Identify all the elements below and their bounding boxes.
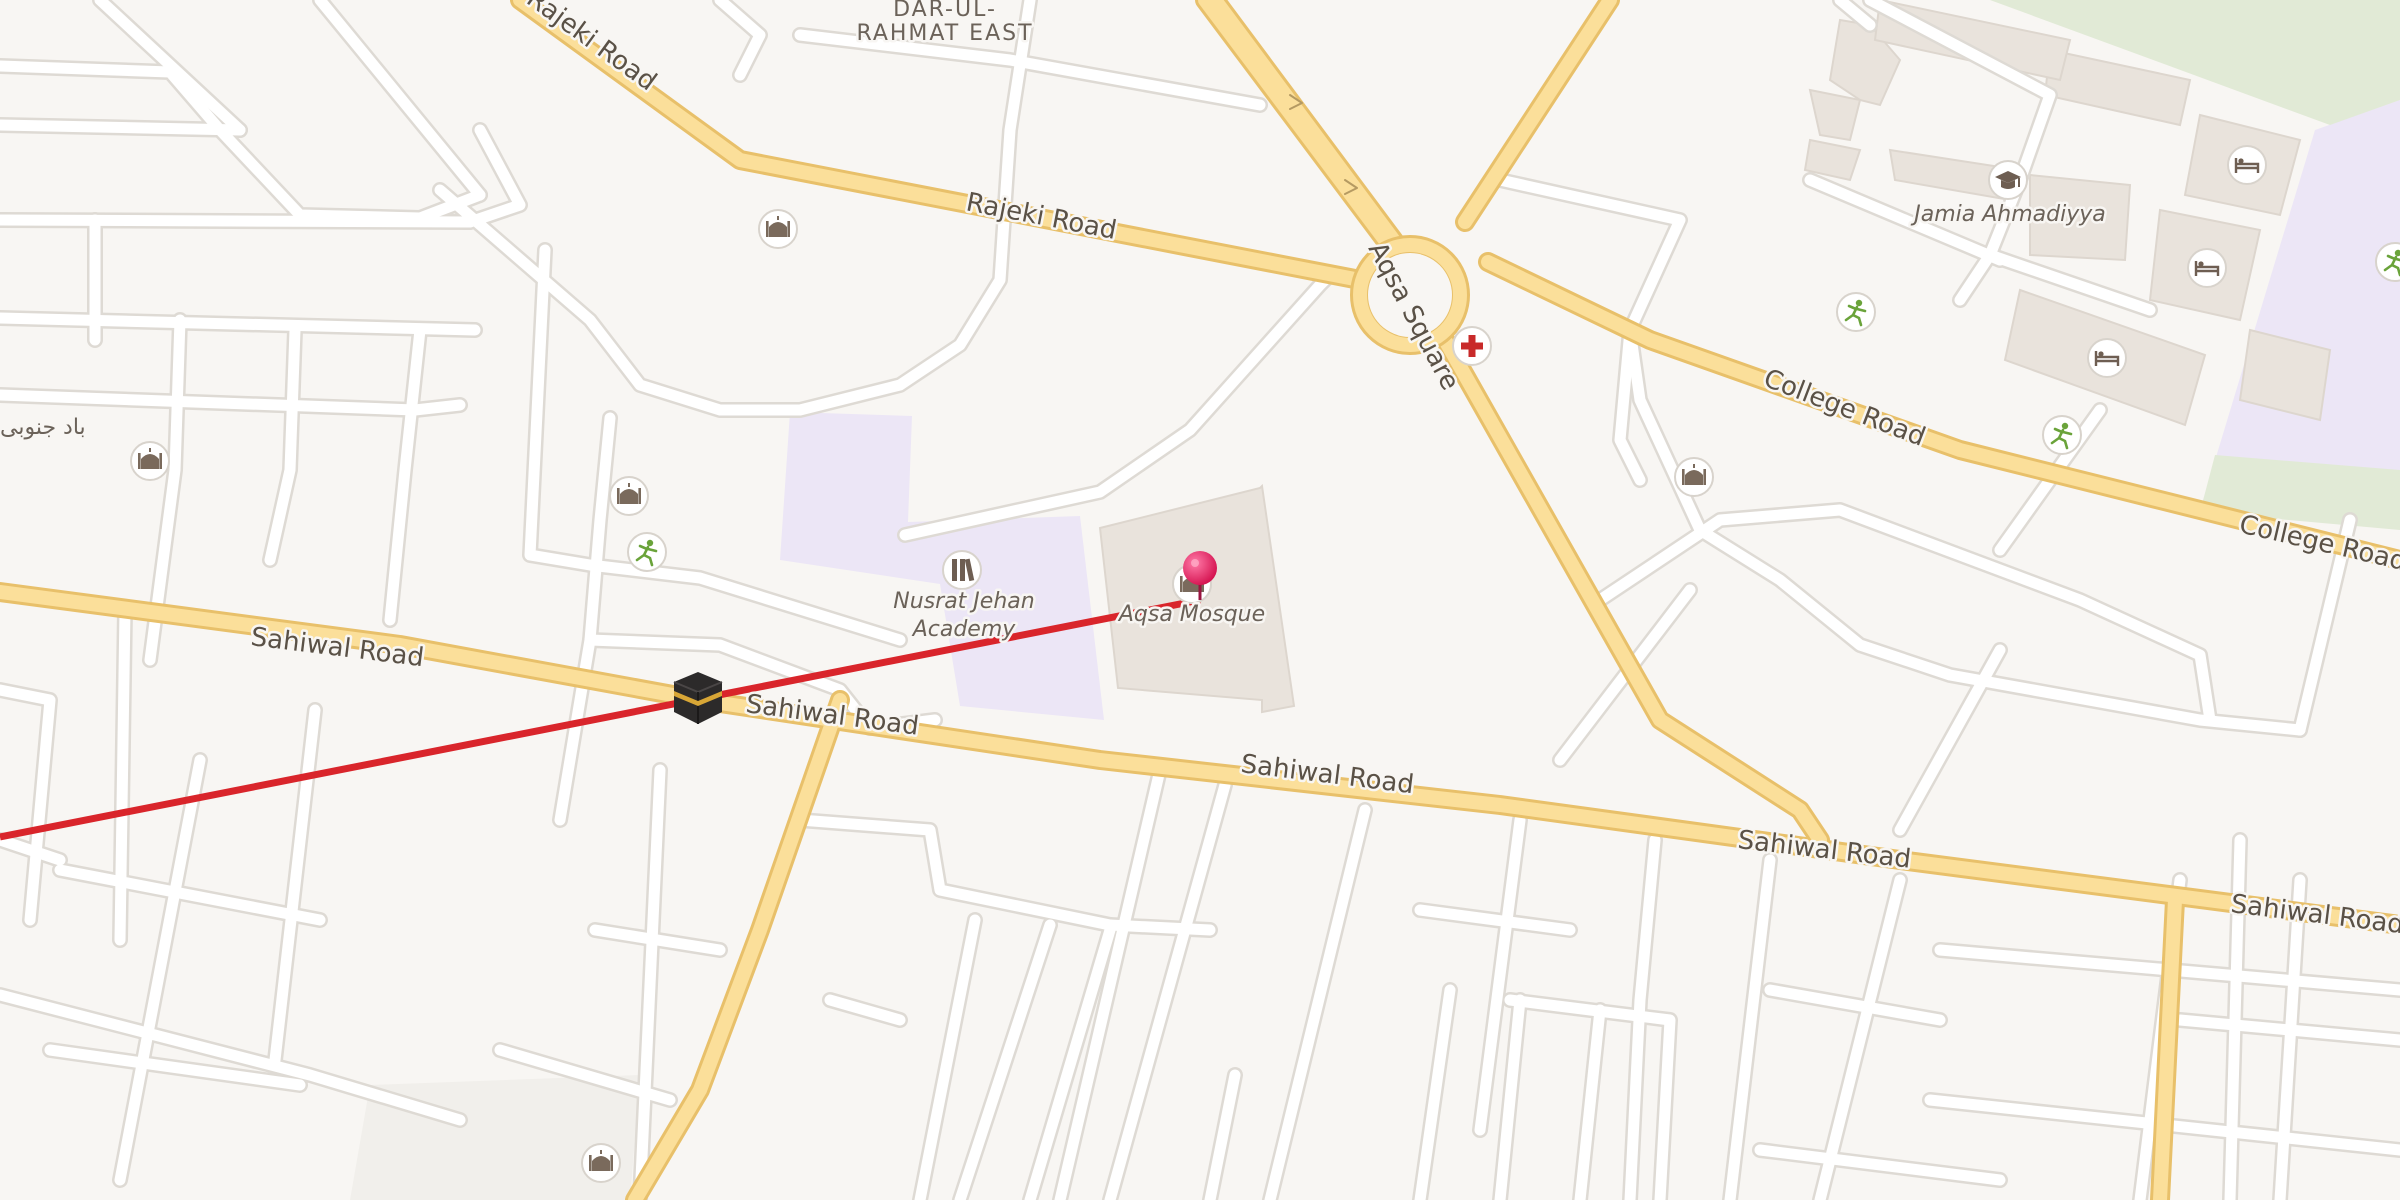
map-canvas[interactable]: Sahiwal Road Sahiwal Road Sahiwal Road S… bbox=[0, 0, 2400, 1200]
mosque-icon[interactable] bbox=[1674, 457, 1714, 497]
sports-icon[interactable] bbox=[2041, 414, 2083, 456]
place-label-urdu: باد جنوبی bbox=[0, 415, 86, 440]
poi-label-nusrat-jehan-academy: Nusrat Jehan bbox=[893, 589, 1034, 614]
mosque-icon[interactable] bbox=[130, 441, 170, 481]
kaaba-icon[interactable] bbox=[673, 672, 723, 724]
sports-icon[interactable] bbox=[1835, 291, 1877, 333]
poi-label-nusrat-jehan-academy: Academy bbox=[911, 617, 1017, 642]
hotel-icon[interactable] bbox=[2226, 144, 2268, 186]
road-label-rajeki: Rajeki Road bbox=[964, 187, 1119, 246]
mosque-icon[interactable] bbox=[609, 476, 649, 516]
place-label-dar-ul-rahmat: DAR-UL- bbox=[893, 0, 997, 22]
hotel-icon[interactable] bbox=[2186, 247, 2228, 289]
road-label-rajeki: Rajeki Road bbox=[521, 0, 662, 97]
mosque-icon[interactable] bbox=[758, 209, 798, 249]
hospital-icon[interactable] bbox=[1452, 326, 1492, 366]
school-icon[interactable] bbox=[942, 550, 982, 590]
poi-label-jamia-ahmadiyya: Jamia Ahmadiyya bbox=[1910, 202, 2106, 227]
graduation-icon[interactable] bbox=[1988, 160, 2028, 200]
poi-label-aqsa-mosque: Aqsa Mosque bbox=[1117, 602, 1265, 627]
road-label-college: College Road bbox=[1759, 364, 1929, 453]
building bbox=[1808, 88, 1862, 142]
place-label-dar-ul-rahmat: RAHMAT EAST bbox=[856, 21, 1033, 46]
hotel-icon[interactable] bbox=[2086, 337, 2128, 379]
sports-icon[interactable] bbox=[626, 531, 668, 573]
mosque-icon[interactable] bbox=[581, 1143, 621, 1183]
road-label-sahiwal: Sahiwal Road bbox=[2229, 889, 2400, 940]
